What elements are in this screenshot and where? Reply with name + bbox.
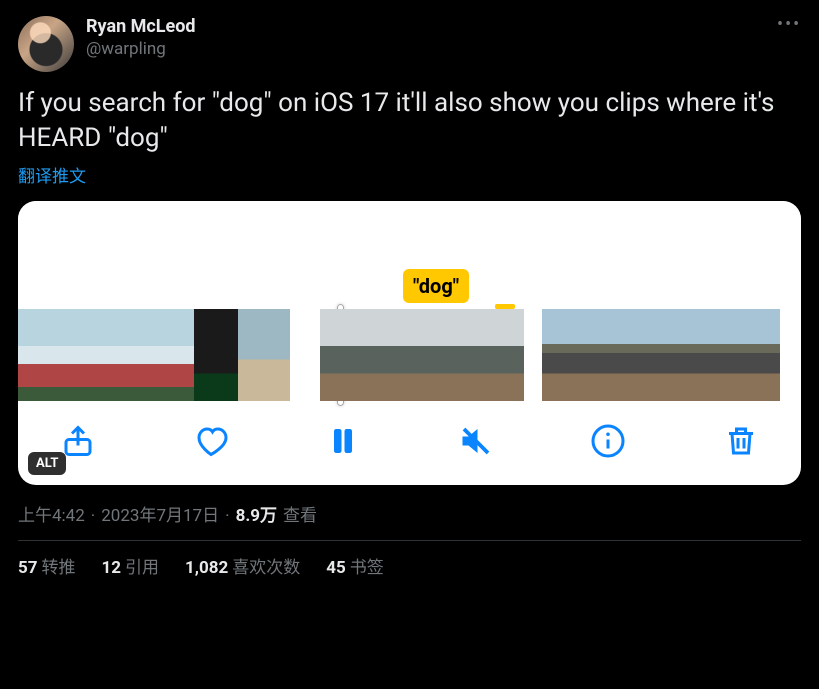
stat-label: 引用 <box>125 558 159 578</box>
media-whitespace: "dog" <box>18 201 801 309</box>
separator: · <box>91 506 95 526</box>
heart-icon[interactable] <box>193 423 229 459</box>
tweet-text: If you search for "dog" on iOS 17 it'll … <box>18 86 801 156</box>
retweets-stat[interactable]: 57转推 <box>18 553 76 578</box>
pause-icon[interactable] <box>325 423 361 459</box>
search-match-tag: "dog" <box>403 269 469 303</box>
clip-gap <box>290 309 320 401</box>
thumbnail <box>732 309 780 401</box>
thumbnail <box>685 309 733 401</box>
tweet-date[interactable]: 2023年7月17日 <box>101 501 219 526</box>
clip-2[interactable] <box>320 309 524 401</box>
avatar[interactable] <box>18 16 74 72</box>
thumbnail <box>194 309 238 401</box>
views-count: 8.9万 <box>236 501 277 526</box>
divider <box>18 540 801 541</box>
thumbnail <box>476 309 524 401</box>
more-icon[interactable]: ••• <box>777 16 801 40</box>
thumbnail <box>238 309 290 401</box>
filmstrip[interactable] <box>18 309 801 401</box>
display-name: Ryan McLeod <box>86 16 765 39</box>
thumbnail <box>422 309 476 401</box>
thumbnail <box>62 309 106 401</box>
separator: · <box>225 506 229 526</box>
share-icon[interactable] <box>60 423 96 459</box>
thumbnail <box>542 309 590 401</box>
tweet-header: Ryan McLeod @warpling ••• <box>18 16 801 72</box>
thumbnail <box>368 309 422 401</box>
handle: @warpling <box>86 39 765 60</box>
stat-label: 喜欢次数 <box>232 558 300 578</box>
author-block[interactable]: Ryan McLeod @warpling <box>86 16 765 60</box>
clip-1[interactable] <box>18 309 290 401</box>
quotes-stat[interactable]: 12引用 <box>102 553 160 578</box>
likes-stat[interactable]: 1,082喜欢次数 <box>185 553 300 578</box>
clip-3[interactable] <box>542 309 780 401</box>
tweet-container: Ryan McLeod @warpling ••• If you search … <box>0 0 819 594</box>
translate-link[interactable]: 翻译推文 <box>18 162 86 187</box>
stat-count: 57 <box>18 558 38 578</box>
thumbnail <box>150 309 194 401</box>
thumbnail <box>106 309 150 401</box>
tweet-time[interactable]: 上午4:42 <box>18 501 85 526</box>
views-label: 查看 <box>283 501 317 526</box>
stat-count: 12 <box>102 558 122 578</box>
thumbnail <box>637 309 685 401</box>
thumbnail <box>590 309 638 401</box>
alt-badge[interactable]: ALT <box>28 452 66 475</box>
stat-label: 转推 <box>42 558 76 578</box>
trash-icon[interactable] <box>723 423 759 459</box>
thumbnail <box>320 309 368 401</box>
stat-label: 书签 <box>350 558 384 578</box>
engagement-stats: 57转推 12引用 1,082喜欢次数 45书签 <box>18 553 801 578</box>
media-card[interactable]: "dog" <box>18 201 801 485</box>
thumbnail <box>18 309 62 401</box>
tweet-meta: 上午4:42 · 2023年7月17日 · 8.9万 查看 <box>18 501 801 526</box>
info-icon[interactable] <box>590 423 626 459</box>
stat-count: 1,082 <box>185 558 228 578</box>
bookmarks-stat[interactable]: 45书签 <box>326 553 384 578</box>
stat-count: 45 <box>326 558 346 578</box>
mute-icon[interactable] <box>458 423 494 459</box>
clip-gap <box>524 309 542 401</box>
media-toolbar <box>18 401 801 485</box>
